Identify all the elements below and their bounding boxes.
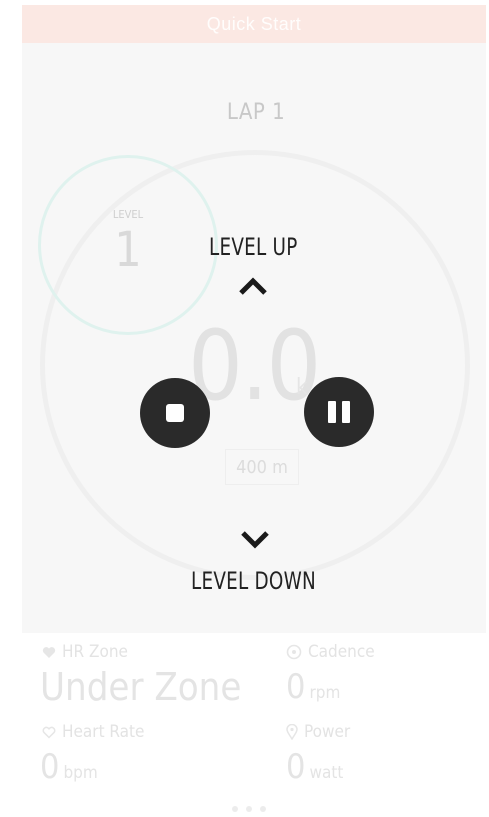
pause-button[interactable] <box>304 377 374 447</box>
hr-zone-value: Under Zone <box>40 665 242 709</box>
hr-zone-label-text: HR Zone <box>62 642 128 662</box>
cadence-label-text: Cadence <box>308 642 375 662</box>
heart-rate-unit: bpm <box>63 763 98 783</box>
workout-screen: Quick Start LAP 1 LEVEL 1 0.0 k 400 m HR… <box>0 0 489 817</box>
cadence-number: 0 <box>286 667 306 707</box>
lap-distance-value: 400 m <box>236 456 288 478</box>
top-bar: Quick Start <box>22 5 486 43</box>
pause-bar <box>342 401 350 423</box>
level-label: LEVEL <box>112 208 144 221</box>
distance-unit: k <box>296 375 308 400</box>
heart-rate-label: Heart Rate <box>42 722 144 742</box>
hr-zone-label: HR Zone <box>42 642 128 662</box>
heart-rate-value: 0 bpm <box>40 750 98 784</box>
page-indicator <box>232 806 266 812</box>
cadence-value: 0 rpm <box>286 670 340 704</box>
chevron-up-icon[interactable] <box>238 276 268 300</box>
cadence-label: Cadence <box>286 642 375 662</box>
heart-filled-icon <box>42 646 56 659</box>
pause-bar <box>328 401 336 423</box>
power-label-text: Power <box>304 722 351 742</box>
cadence-icon <box>286 644 302 660</box>
lap-distance: 400 m <box>225 449 299 485</box>
power-number: 0 <box>286 747 306 787</box>
cadence-unit: rpm <box>309 683 341 703</box>
top-bar-title: Quick Start <box>206 13 302 34</box>
power-label: Power <box>286 722 350 742</box>
heart-rate-number: 0 <box>40 747 60 787</box>
power-value: 0 watt <box>286 750 343 784</box>
heart-rate-label-text: Heart Rate <box>62 722 145 742</box>
power-pin-icon <box>286 724 298 740</box>
page-dot <box>232 806 238 812</box>
power-unit: watt <box>309 763 344 783</box>
level-up-label[interactable]: LEVEL UP <box>209 233 298 261</box>
chevron-down-icon[interactable] <box>240 530 270 554</box>
stop-button[interactable] <box>140 378 210 448</box>
level-value: 1 <box>114 222 142 278</box>
pause-icon <box>328 401 350 423</box>
heart-outline-icon <box>42 726 56 739</box>
background-workout-view: Quick Start LAP 1 LEVEL 1 0.0 k 400 m HR… <box>0 0 489 817</box>
page-dot <box>260 806 266 812</box>
level-down-label[interactable]: LEVEL DOWN <box>191 567 316 595</box>
lap-title: LAP 1 <box>226 100 286 125</box>
page-dot <box>246 806 252 812</box>
stop-icon <box>166 404 184 422</box>
